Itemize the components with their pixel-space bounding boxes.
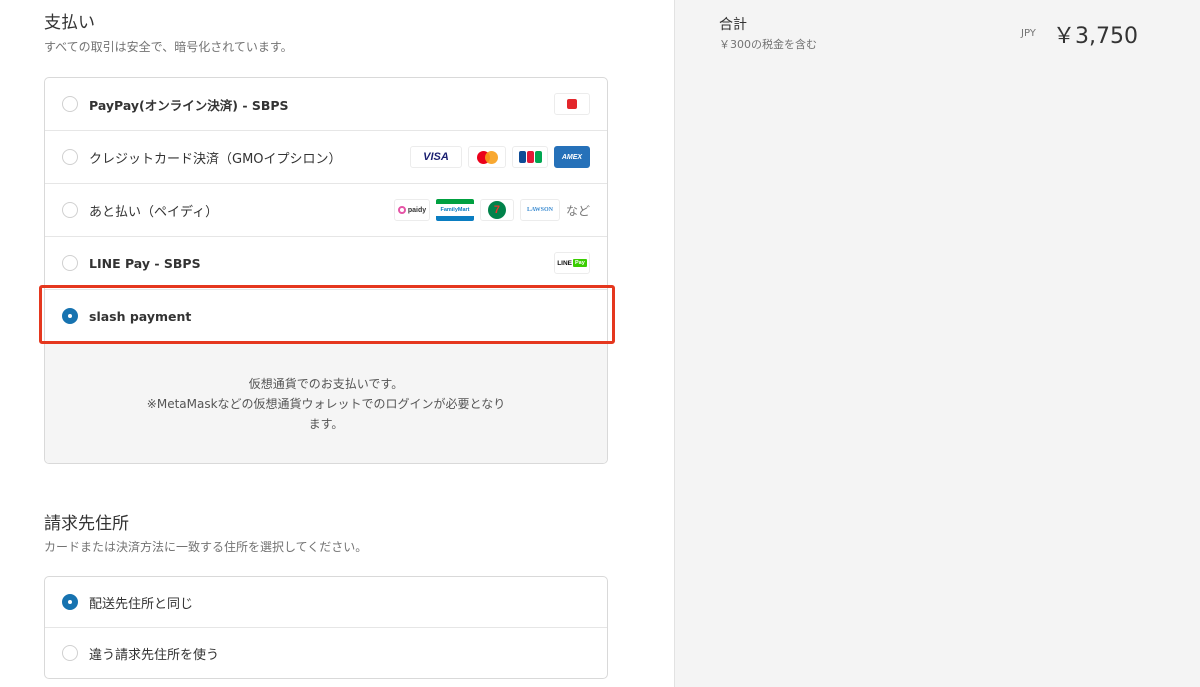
radio-paypay[interactable] [62,96,78,112]
payment-option-paidy[interactable]: あと払い（ペイディ） paidy FamilyMart 7 LAWSON など [45,184,607,237]
payment-option-label: あと払い（ペイディ） [89,204,219,220]
amex-logo: AMEX [554,146,590,168]
payment-subtitle: すべての取引は安全で、暗号化されています。 [44,40,293,54]
billing-options: 配送先住所と同じ 違う請求先住所を使う [44,576,608,679]
radio-line-pay[interactable] [62,255,78,271]
payment-options: PayPay(オンライン決済) - SBPS クレジットカード決済（GMOイプシ… [44,77,608,464]
jcb-logo [512,146,548,168]
detail-line: 仮想通貨でのお支払いです。 [248,376,404,391]
billing-option-label: 違う請求先住所を使う [89,647,220,663]
detail-line: ※MetaMaskなどの仮想通貨ウォレットでのログインが必要となり [146,396,506,411]
payment-option-credit-card[interactable]: クレジットカード決済（GMOイプシロン） VISA AMEX [45,131,607,184]
slash-payment-detail: 仮想通貨でのお支払いです。 ※MetaMaskなどの仮想通貨ウォレットでのログイ… [45,343,607,463]
radio-credit-card[interactable] [62,149,78,165]
order-summary: 合計 ￥300の税金を含む JPY ￥3,750 [674,0,1200,687]
payment-option-paypay[interactable]: PayPay(オンライン決済) - SBPS [45,78,607,131]
seven-eleven-logo: 7 [479,199,514,221]
payment-option-label: PayPay(オンライン決済) - SBPS [89,97,289,113]
billing-option-same[interactable]: 配送先住所と同じ [45,577,607,628]
billing-title: 請求先住所 [44,514,129,534]
detail-line: ます。 [308,416,344,431]
radio-billing-same[interactable] [62,594,78,610]
payment-option-label: クレジットカード決済（GMOイプシロン） [89,151,342,167]
paidy-logo: paidy [393,199,430,221]
line-pay-logo: LINE Pay [554,252,590,274]
checkout-main: 支払い すべての取引は安全で、暗号化されています。 PayPay(オンライン決済… [0,0,674,687]
radio-slash-payment[interactable] [62,308,78,324]
tax-note: ￥300の税金を含む [719,38,817,51]
total-label: 合計 [719,17,747,33]
total-price: ￥3,750 [1053,24,1138,49]
paypay-logo [554,93,590,115]
visa-logo: VISA [410,146,462,168]
payment-title: 支払い [44,13,95,33]
familymart-logo: FamilyMart [435,198,474,222]
payment-option-label: slash payment [89,308,192,324]
billing-option-different[interactable]: 違う請求先住所を使う [45,628,607,678]
radio-billing-different[interactable] [62,645,78,661]
billing-subtitle: カードまたは決済方法に一致する住所を選択してください。 [44,540,368,554]
billing-option-label: 配送先住所と同じ [89,596,194,612]
payment-option-line-pay[interactable]: LINE Pay - SBPS LINE Pay [45,237,607,290]
etc-label: など [565,203,590,218]
radio-paidy[interactable] [62,202,78,218]
currency-code: JPY [1021,28,1036,39]
lawson-logo: LAWSON [519,199,560,221]
mastercard-logo [468,146,506,168]
payment-option-label: LINE Pay - SBPS [89,255,201,271]
payment-option-slash-payment[interactable]: slash payment [45,290,607,343]
